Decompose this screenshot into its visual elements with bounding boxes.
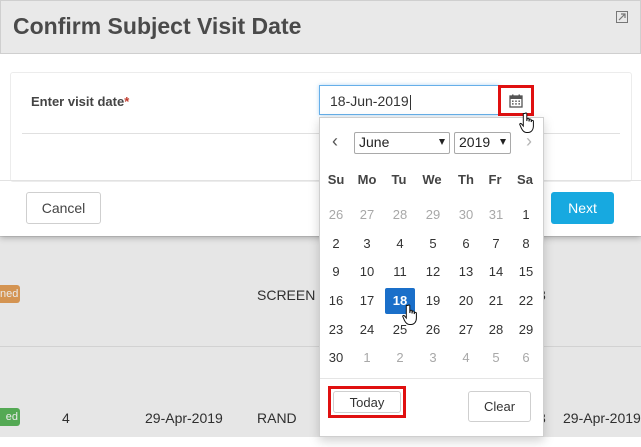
calendar-day[interactable]: 26 (321, 202, 351, 228)
calendar-day[interactable]: 28 (481, 317, 511, 343)
calendar-day[interactable]: 4 (451, 345, 481, 371)
next-button[interactable]: Next (551, 192, 614, 224)
calendar-day[interactable]: 22 (511, 288, 541, 314)
calendar-day[interactable]: 1 (511, 202, 541, 228)
calendar-day[interactable]: 15 (511, 259, 541, 285)
dialog-header: Confirm Subject Visit Date (0, 0, 641, 54)
calendar-day[interactable]: 5 (418, 231, 448, 257)
calendar-day[interactable]: 20 (451, 288, 481, 314)
calendar-day[interactable]: 30 (321, 345, 351, 371)
dow-label: Fr (488, 172, 502, 187)
calendar-day[interactable]: 14 (481, 259, 511, 285)
calendar-day[interactable]: 1 (352, 345, 382, 371)
calendar-day[interactable]: 5 (481, 345, 511, 371)
calendar-day[interactable]: 16 (321, 288, 351, 314)
calendar-day[interactable]: 21 (481, 288, 511, 314)
calendar-day[interactable]: 3 (352, 231, 382, 257)
calendar-day[interactable]: 19 (418, 288, 448, 314)
datepicker-popup: ‹ June 2019 › Su Mo Tu We Th Fr Sa 26 27 2… (319, 117, 544, 437)
dow-label: Th (458, 172, 474, 187)
dow-label: Mo (357, 172, 377, 187)
calendar-day[interactable]: 6 (511, 345, 541, 371)
visit-date-label-text: Enter visit date (31, 94, 125, 109)
calendar-day[interactable]: 4 (385, 231, 415, 257)
calendar-icon (509, 94, 523, 108)
text-caret (409, 94, 411, 110)
today-button-highlight: Today (328, 386, 406, 418)
calendar-day[interactable]: 12 (418, 259, 448, 285)
chevron-down-icon (439, 139, 445, 145)
year-select-value: 2019 (459, 134, 491, 150)
cancel-button[interactable]: Cancel (26, 192, 101, 224)
month-select[interactable]: June (354, 132, 450, 154)
dialog-title: Confirm Subject Visit Date (13, 13, 302, 39)
clear-button[interactable]: Clear (468, 391, 531, 422)
datepicker-divider (320, 378, 543, 379)
calendar-day[interactable]: 28 (385, 202, 415, 228)
dow-label: Su (327, 172, 345, 187)
required-marker: * (124, 94, 130, 109)
days-of-week-header: Su Mo Tu We Th Fr Sa (320, 172, 543, 196)
calendar-day[interactable]: 27 (451, 317, 481, 343)
today-button[interactable]: Today (333, 391, 401, 413)
calendar-day[interactable]: 11 (385, 259, 415, 285)
calendar-day[interactable]: 7 (481, 231, 511, 257)
calendar-day[interactable]: 29 (511, 317, 541, 343)
calendar-day[interactable]: 26 (418, 317, 448, 343)
dow-label: Sa (517, 172, 533, 187)
chevron-down-icon (500, 139, 506, 145)
calendar-day[interactable]: 9 (321, 259, 351, 285)
visit-date-input[interactable]: 18-Jun-2019 (319, 85, 499, 115)
calendar-day[interactable]: 13 (451, 259, 481, 285)
calendar-day[interactable]: 30 (451, 202, 481, 228)
next-month-chevron-icon[interactable]: › (521, 131, 537, 152)
month-select-value: June (359, 134, 390, 150)
year-select[interactable]: 2019 (454, 132, 511, 154)
calendar-day[interactable]: 17 (352, 288, 382, 314)
visit-date-value: 18-Jun-2019 (330, 93, 409, 109)
prev-month-chevron-icon[interactable]: ‹ (327, 131, 343, 152)
calendar-day[interactable]: 10 (352, 259, 382, 285)
calendar-day[interactable]: 6 (451, 231, 481, 257)
calendar-day[interactable]: 29 (418, 202, 448, 228)
calendar-day[interactable]: 2 (385, 345, 415, 371)
calendar-day[interactable]: 23 (321, 317, 351, 343)
calendar-day[interactable]: 31 (481, 202, 511, 228)
dow-label: We (422, 172, 442, 187)
hand-cursor-icon (402, 304, 417, 325)
expand-icon[interactable] (616, 11, 628, 23)
visit-date-label: Enter visit date* (31, 94, 129, 109)
calendar-day[interactable]: 8 (511, 231, 541, 257)
hand-cursor-icon (519, 112, 534, 133)
calendar-day[interactable]: 27 (352, 202, 382, 228)
calendar-day[interactable]: 2 (321, 231, 351, 257)
calendar-day[interactable]: 3 (418, 345, 448, 371)
calendar-day[interactable]: 24 (352, 317, 382, 343)
dow-label: Tu (391, 172, 407, 187)
